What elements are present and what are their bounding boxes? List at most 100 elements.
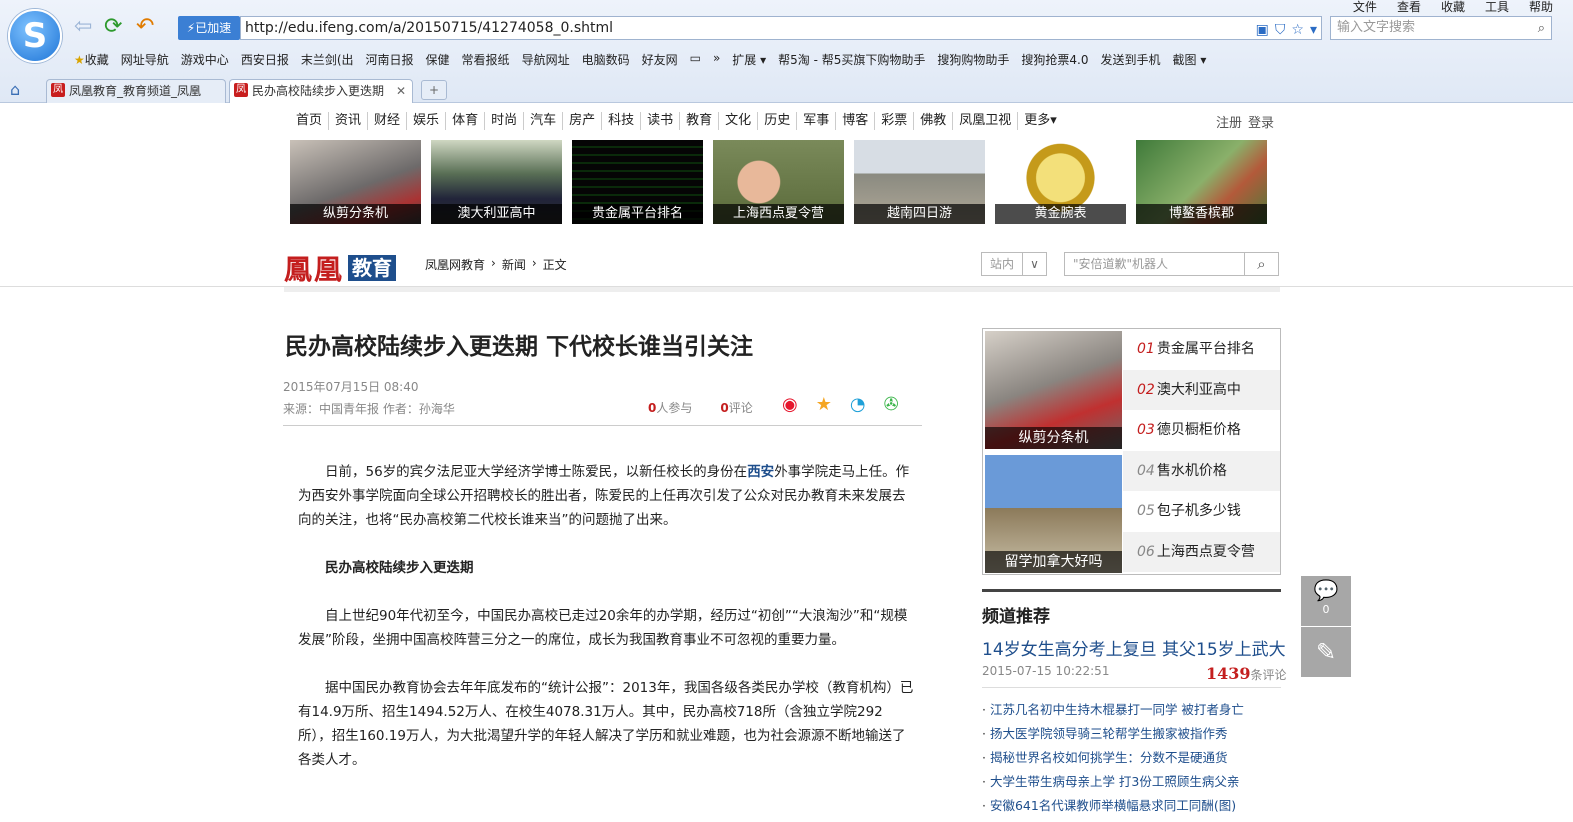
tab-article[interactable]: 凤 民办高校陆续步入更迭期 ✕	[229, 79, 413, 103]
page-search-input[interactable]: "安倍道歉"机器人 ⌕	[1064, 252, 1279, 276]
bookmark-games[interactable]: 游戏中心	[181, 51, 229, 68]
bookmark-nav-sites[interactable]: 导航网址	[522, 51, 570, 68]
ad-shanghai-camp[interactable]: 上海西点夏令营	[713, 140, 844, 224]
login-link[interactable]: 登录	[1248, 112, 1274, 131]
back-arrow-icon[interactable]: ⇦	[74, 14, 92, 40]
address-bar[interactable]: http://edu.ifeng.com/a/20150715/41274058…	[240, 16, 1322, 40]
ad-boao-estate[interactable]: 博鳌香槟郡	[1136, 140, 1267, 224]
nav-tech[interactable]: 科技	[602, 112, 642, 130]
nav-books[interactable]: 读书	[641, 112, 681, 130]
nav-auto[interactable]: 汽车	[524, 112, 564, 130]
bookmark-newspapers[interactable]: 常看报纸	[462, 51, 510, 68]
bookmark-folder-icon[interactable]: ▭	[690, 51, 701, 68]
nav-home[interactable]: 首页	[290, 112, 330, 130]
sogou-logo-icon[interactable]: S	[8, 9, 62, 63]
nav-buddhism[interactable]: 佛教	[914, 112, 954, 130]
nav-house[interactable]: 房产	[563, 112, 603, 130]
list-item[interactable]: 扬大医学院领导骑三轮帮学生搬家被指作秀	[982, 722, 1244, 746]
floating-write-button[interactable]: ✎	[1301, 627, 1351, 677]
bookmark-bang5tao[interactable]: 帮5淘 - 帮5买旗下购物助手	[778, 51, 925, 68]
home-icon[interactable]: ⌂	[10, 80, 20, 99]
refresh-icon[interactable]: ⟳	[104, 14, 122, 40]
rank-item[interactable]: 01 贵金属平台排名	[1123, 329, 1280, 370]
promo-image-canada[interactable]: 留学加拿大好吗	[985, 455, 1122, 573]
close-tab-icon[interactable]: ✕	[396, 80, 406, 102]
bookmark-extensions[interactable]: 扩展 ▾	[732, 51, 766, 68]
list-item[interactable]: 江苏几名初中生持木棍暴打一同学 被打者身亡	[982, 698, 1244, 722]
xian-link[interactable]: 西安	[747, 464, 774, 480]
bookmark-friends[interactable]: 好友网	[642, 51, 678, 68]
nav-news[interactable]: 资讯	[329, 112, 369, 130]
rank-item[interactable]: 02 澳大利亚高中	[1123, 369, 1280, 410]
nav-phoenix-tv[interactable]: 凤凰卫视	[953, 112, 1019, 130]
comment-icon: 💬	[1313, 578, 1339, 602]
bookmark-sword[interactable]: 末兰剑(出	[301, 51, 354, 68]
ad-australia-highschool[interactable]: 澳大利亚高中	[431, 140, 562, 224]
rank-item[interactable]: 03 德贝橱柜价格	[1123, 410, 1280, 451]
list-item[interactable]: 揭秘世界名校如何挑学生：分数不是硬通货	[982, 746, 1244, 770]
recommend-headline[interactable]: 14岁女生高分考上复旦 其父15岁上武大	[982, 635, 1286, 660]
menu-view[interactable]: 查看	[1397, 0, 1421, 15]
ad-precious-metals[interactable]: 贵金属平台排名	[572, 140, 703, 224]
breadcrumb-edu[interactable]: 凤凰网教育	[425, 256, 485, 273]
wechat-icon[interactable]: ✇	[884, 394, 899, 415]
nav-sports[interactable]: 体育	[446, 112, 486, 130]
bookmark-xian-daily[interactable]: 西安日报	[241, 51, 289, 68]
breadcrumb-news[interactable]: 新闻	[502, 256, 526, 273]
undo-icon[interactable]: ↶	[136, 14, 154, 40]
bookmark-tickets[interactable]: 搜狗抢票4.0	[1021, 51, 1088, 68]
ad-slitting-machine[interactable]: 纵剪分条机	[290, 140, 421, 224]
bookmark-more[interactable]: »	[713, 51, 720, 68]
list-item[interactable]: 大学生带生病母亲上学 打3份工照顾生病父亲	[982, 770, 1244, 794]
rank-item[interactable]: 04 售水机价格	[1123, 450, 1280, 491]
shield-icon[interactable]: ⛉	[1275, 19, 1286, 41]
bookmark-henan-daily[interactable]: 河南日报	[366, 51, 414, 68]
ad-vietnam-tour[interactable]: 越南四日游	[854, 140, 985, 224]
ad-gold-watch[interactable]: 黄金腕表	[995, 140, 1126, 224]
speed-badge[interactable]: ⚡已加速	[178, 16, 240, 40]
search-icon[interactable]: ⌕	[1244, 253, 1278, 275]
bookmark-shopping-helper[interactable]: 搜狗购物助手	[937, 51, 1009, 68]
rank-item[interactable]: 06 上海西点夏令营	[1123, 531, 1280, 572]
nav-culture[interactable]: 文化	[719, 112, 759, 130]
recommend-comments[interactable]: 1439条评论	[1206, 664, 1287, 683]
new-tab-button[interactable]: +	[421, 80, 447, 100]
tab-ifeng-edu[interactable]: 凤 凤凰教育_教育频道_凤凰	[46, 79, 226, 103]
participants-count[interactable]: 0人参与	[648, 399, 692, 416]
menu-tools[interactable]: 工具	[1485, 0, 1509, 15]
nav-fashion[interactable]: 时尚	[485, 112, 525, 130]
menu-favorites[interactable]: 收藏	[1441, 0, 1465, 15]
browser-search-input[interactable]: 输入文字搜索 ⌕	[1330, 16, 1552, 40]
nav-ent[interactable]: 娱乐	[407, 112, 447, 130]
bookmark-health[interactable]: 保健	[426, 51, 450, 68]
nav-history[interactable]: 历史	[758, 112, 798, 130]
search-icon[interactable]: ⌕	[1538, 18, 1545, 40]
nav-blog[interactable]: 博客	[836, 112, 876, 130]
site-scope-select[interactable]: 站内 ∨	[981, 252, 1047, 276]
menu-help[interactable]: 帮助	[1529, 0, 1553, 15]
nav-more[interactable]: 更多▾	[1018, 112, 1063, 130]
comments-count[interactable]: 0评论	[720, 399, 752, 416]
bookmark-digital[interactable]: 电脑数码	[582, 51, 630, 68]
list-item[interactable]: 安徽641名代课教师举横幅悬求同工同酬(图)	[982, 794, 1244, 818]
floating-comment-button[interactable]: 💬 0	[1301, 576, 1351, 626]
dropdown-icon[interactable]: ▾	[1310, 19, 1317, 41]
rank-item[interactable]: 05 包子机多少钱	[1123, 491, 1280, 532]
menu-file[interactable]: 文件	[1353, 0, 1377, 15]
star-icon[interactable]: ☆	[1291, 19, 1304, 41]
nav-military[interactable]: 军事	[797, 112, 837, 130]
nav-edu[interactable]: 教育	[680, 112, 720, 130]
weibo-icon[interactable]: ◉	[782, 394, 798, 415]
register-link[interactable]: 注册	[1216, 112, 1242, 131]
bookmark-favorites[interactable]: ★收藏	[74, 51, 109, 68]
promo-image-slitting[interactable]: 纵剪分条机	[985, 331, 1122, 449]
compat-icon[interactable]: ▣	[1256, 19, 1269, 41]
bookmark-nav[interactable]: 网址导航	[121, 51, 169, 68]
bookmark-send-phone[interactable]: 发送到手机	[1101, 51, 1161, 68]
nav-finance[interactable]: 财经	[368, 112, 408, 130]
channel-brand[interactable]: 鳳凰 教育	[284, 248, 397, 288]
bookmark-screenshot[interactable]: 截图 ▾	[1173, 51, 1207, 68]
qq-share-icon[interactable]: ◔	[850, 394, 866, 415]
favorite-star-icon[interactable]: ★	[816, 394, 832, 415]
nav-lottery[interactable]: 彩票	[875, 112, 915, 130]
